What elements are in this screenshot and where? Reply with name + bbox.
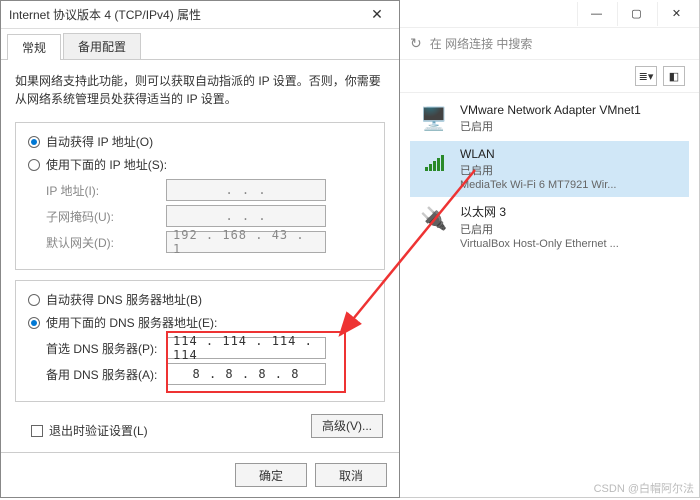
ipv4-properties-dialog: Internet 协议版本 4 (TCP/IPv4) 属性 ✕ 常规 备用配置 …	[0, 0, 400, 498]
adapter-name: WLAN	[460, 147, 616, 161]
radio-icon	[28, 317, 40, 329]
adapter-item-ethernet3[interactable]: 🔌 以太网 3 已启用 VirtualBox Host-Only Etherne…	[410, 197, 689, 256]
radio-dns-auto[interactable]: 自动获得 DNS 服务器地址(B)	[28, 291, 372, 308]
network-connections-window: — ▢ ✕ ↻ 在 网络连接 中搜索 ≣▾ ◧ 🖥️ VMware Networ…	[400, 0, 700, 498]
close-button[interactable]: ✕	[657, 2, 695, 26]
watermark: CSDN @白帽阿尔法	[594, 480, 694, 496]
alternate-dns-label: 备用 DNS 服务器(A):	[46, 366, 166, 383]
title-bar: Internet 协议版本 4 (TCP/IPv4) 属性 ✕	[1, 1, 399, 29]
radio-icon	[28, 294, 40, 306]
wifi-icon	[418, 147, 450, 179]
dialog-title: Internet 协议版本 4 (TCP/IPv4) 属性	[9, 6, 201, 23]
view-details-icon[interactable]: ◧	[663, 66, 685, 86]
preferred-dns-input[interactable]: 114 . 114 . 114 . 114	[166, 337, 326, 359]
default-gateway-label: 默认网关(D):	[46, 234, 166, 251]
subnet-mask-label: 子网掩码(U):	[46, 208, 166, 225]
maximize-button[interactable]: ▢	[617, 2, 655, 26]
ip-address-input[interactable]: . . .	[166, 179, 326, 201]
tab-general[interactable]: 常规	[7, 34, 61, 60]
radio-dns-manual[interactable]: 使用下面的 DNS 服务器地址(E):	[28, 314, 372, 331]
dialog-footer: 确定 取消	[1, 452, 399, 497]
adapter-desc: MediaTek Wi-Fi 6 MT7921 Wir...	[460, 179, 616, 191]
view-toolbar: ≣▾ ◧	[400, 60, 699, 93]
adapter-name: VMware Network Adapter VMnet1	[460, 103, 641, 117]
subnet-mask-input[interactable]: . . .	[166, 205, 326, 227]
ip-group: 自动获得 IP 地址(O) 使用下面的 IP 地址(S): IP 地址(I): …	[15, 122, 385, 270]
ok-button[interactable]: 确定	[235, 463, 307, 487]
radio-ip-auto[interactable]: 自动获得 IP 地址(O)	[28, 133, 372, 150]
adapter-list: 🖥️ VMware Network Adapter VMnet1 已启用 WLA…	[400, 93, 699, 260]
dns-group: 自动获得 DNS 服务器地址(B) 使用下面的 DNS 服务器地址(E): 首选…	[15, 280, 385, 402]
checkbox-icon	[31, 425, 43, 437]
radio-ip-manual[interactable]: 使用下面的 IP 地址(S):	[28, 156, 372, 173]
adapter-item-wlan[interactable]: WLAN 已启用 MediaTek Wi-Fi 6 MT7921 Wir...	[410, 141, 689, 197]
radio-icon	[28, 136, 40, 148]
adapter-icon: 🖥️	[418, 103, 450, 135]
adapter-status: 已启用	[460, 221, 619, 237]
validate-checkbox[interactable]: 退出时验证设置(L)	[31, 422, 148, 439]
refresh-icon[interactable]: ↻	[410, 35, 422, 52]
view-list-icon[interactable]: ≣▾	[635, 66, 657, 86]
ethernet-icon: 🔌	[418, 203, 450, 235]
ip-address-label: IP 地址(I):	[46, 182, 166, 199]
adapter-status: 已启用	[460, 118, 641, 134]
adapter-item-vmware[interactable]: 🖥️ VMware Network Adapter VMnet1 已启用	[410, 97, 689, 141]
window-controls: — ▢ ✕	[400, 0, 699, 28]
tab-alternate[interactable]: 备用配置	[63, 33, 141, 59]
preferred-dns-label: 首选 DNS 服务器(P):	[46, 340, 166, 357]
advanced-button[interactable]: 高级(V)...	[311, 414, 383, 438]
alternate-dns-input[interactable]: 8 . 8 . 8 . 8	[166, 363, 326, 385]
close-icon[interactable]: ✕	[361, 3, 393, 27]
adapter-name: 以太网 3	[460, 203, 619, 220]
adapter-status: 已启用	[460, 162, 616, 178]
search-bar: ↻ 在 网络连接 中搜索	[400, 28, 699, 60]
radio-icon	[28, 159, 40, 171]
intro-text: 如果网络支持此功能，则可以获取自动指派的 IP 设置。否则，你需要从网络系统管理…	[15, 72, 385, 108]
search-placeholder[interactable]: 在 网络连接 中搜索	[430, 35, 533, 52]
adapter-desc: VirtualBox Host-Only Ethernet ...	[460, 238, 619, 250]
minimize-button[interactable]: —	[577, 2, 615, 26]
tab-strip: 常规 备用配置	[1, 29, 399, 60]
cancel-button[interactable]: 取消	[315, 463, 387, 487]
default-gateway-input[interactable]: 192 . 168 . 43 . 1	[166, 231, 326, 253]
